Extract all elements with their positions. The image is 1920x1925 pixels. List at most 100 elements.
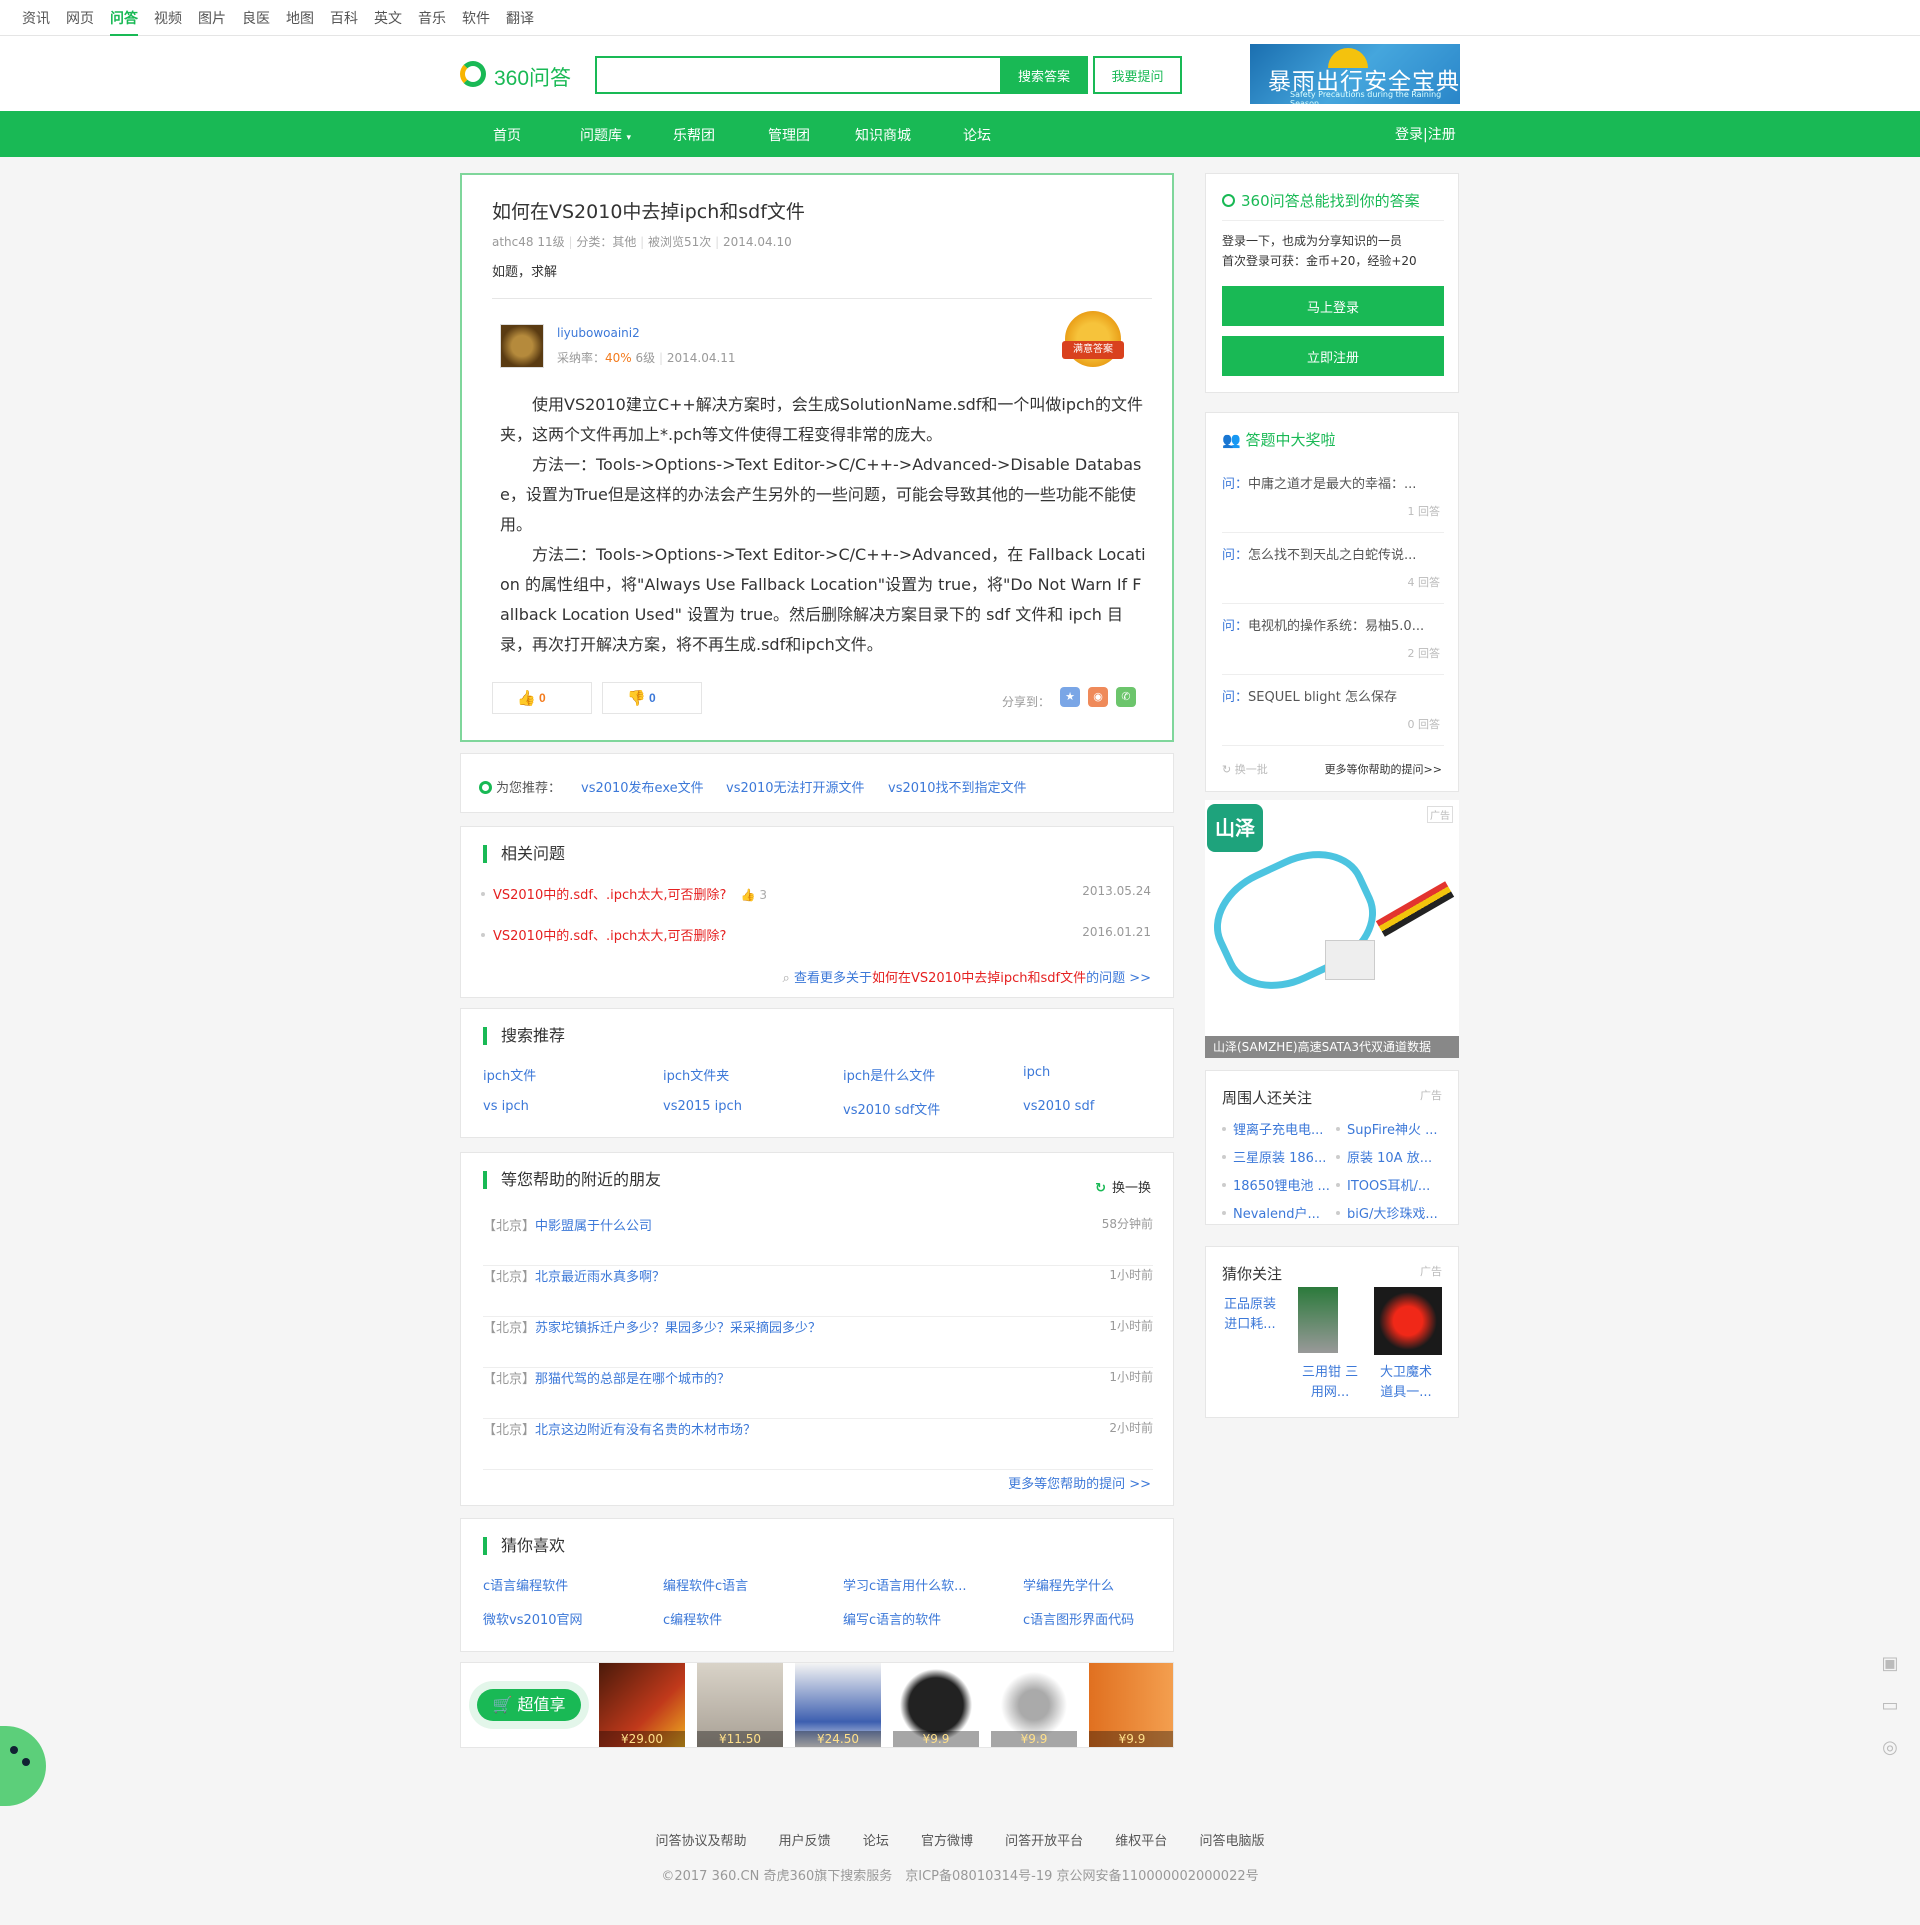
search-rec-link[interactable]: ipch文件 bbox=[483, 1065, 536, 1084]
guess-link[interactable]: 编程软件c语言 bbox=[663, 1575, 748, 1594]
topnav-news[interactable]: 资讯 bbox=[22, 8, 50, 28]
guess-link[interactable]: c语言编程软件 bbox=[483, 1575, 568, 1594]
guess-link[interactable]: 学习c语言用什么软... bbox=[843, 1575, 967, 1594]
topnav-image[interactable]: 图片 bbox=[198, 8, 226, 28]
header-banner-ad[interactable]: 暴雨出行安全宝典 Safety Precautions during the R… bbox=[1250, 44, 1460, 104]
guesscare-item[interactable]: 大卫魔术 道具一... bbox=[1380, 1363, 1432, 1403]
login-register-link[interactable]: 登录|注册 bbox=[1395, 124, 1456, 144]
logo[interactable]: 360问答 bbox=[460, 58, 580, 90]
magic-props-image[interactable] bbox=[1374, 1287, 1442, 1355]
table-row[interactable]: 【北京】中影盟属于什么公司 58分钟前 bbox=[483, 1215, 1153, 1266]
nav-question-library[interactable]: 问题库 ▾ bbox=[580, 125, 631, 145]
search-rec-link[interactable]: vs2010 sdf bbox=[1023, 1099, 1094, 1114]
topnav-web[interactable]: 网页 bbox=[66, 8, 94, 28]
row-question[interactable]: 北京最近雨水真多啊？ bbox=[535, 1270, 665, 1285]
around-link[interactable]: ITOOS耳机/... bbox=[1336, 1175, 1430, 1194]
weibo-icon[interactable]: ◎ bbox=[1876, 1734, 1904, 1762]
pliers-image[interactable] bbox=[1298, 1287, 1338, 1353]
topnav-music[interactable]: 音乐 bbox=[418, 8, 446, 28]
more-help-link[interactable]: 更多等你帮助的提问>> bbox=[1325, 761, 1442, 777]
around-link[interactable]: 18650锂电池 ... bbox=[1222, 1175, 1330, 1194]
answerer-name[interactable]: liyubowoaini2 bbox=[557, 326, 640, 340]
upvote-button[interactable]: 👍 0 bbox=[492, 682, 592, 714]
list-item[interactable]: 问：怎么找不到天乩之白蛇传说... 4 回答 bbox=[1222, 534, 1444, 604]
recommend-link[interactable]: vs2010无法打开源文件 bbox=[726, 777, 865, 796]
topnav-english[interactable]: 英文 bbox=[374, 8, 402, 28]
around-link[interactable]: 三星原装 186... bbox=[1222, 1147, 1326, 1166]
footer-link[interactable]: 问答协议及帮助 bbox=[656, 1834, 747, 1849]
comment-icon[interactable]: ▭ bbox=[1876, 1692, 1904, 1720]
list-item[interactable]: 问：中庸之道才是最大的幸福：... 1 回答 bbox=[1222, 463, 1444, 533]
more-related-link[interactable]: ⌕ 查看更多关于如何在VS2010中去掉ipch和sdf文件的问题 >> bbox=[783, 967, 1151, 986]
topnav-doctor[interactable]: 良医 bbox=[242, 8, 270, 28]
reward-question[interactable]: 电视机的操作系统：易柚5.0... bbox=[1248, 619, 1424, 634]
product-card[interactable]: ¥11.50 bbox=[697, 1663, 783, 1747]
guesscare-item[interactable]: 正品原装 进口耗... bbox=[1224, 1295, 1276, 1335]
product-card[interactable]: ¥29.00 bbox=[599, 1663, 685, 1747]
product-ad[interactable]: 山泽 广告 山泽(SAMZHE)高速SATA3代双通道数据 bbox=[1205, 800, 1459, 1058]
nav-home[interactable]: 首页 bbox=[493, 125, 521, 145]
footer-link[interactable]: 官方微博 bbox=[921, 1834, 973, 1849]
topnav-map[interactable]: 地图 bbox=[286, 8, 314, 28]
feedback-icon[interactable]: ▣ bbox=[1876, 1650, 1904, 1678]
refresh-button[interactable]: ↻ 换一换 bbox=[1095, 1177, 1151, 1196]
reward-question[interactable]: 中庸之道才是最大的幸福：... bbox=[1248, 477, 1416, 492]
related-link[interactable]: VS2010中的.sdf、.ipch太大,可否删除? bbox=[493, 888, 726, 903]
reward-question[interactable]: 怎么找不到天乩之白蛇传说... bbox=[1248, 548, 1416, 563]
recommend-link[interactable]: vs2010发布exe文件 bbox=[581, 777, 704, 796]
search-rec-link[interactable]: ipch文件夹 bbox=[663, 1065, 729, 1084]
search-rec-link[interactable]: vs2010 sdf文件 bbox=[843, 1099, 940, 1118]
guess-link[interactable]: c语言图形界面代码 bbox=[1023, 1609, 1134, 1628]
topnav-baike[interactable]: 百科 bbox=[330, 8, 358, 28]
nav-forum[interactable]: 论坛 bbox=[963, 125, 991, 145]
search-rec-link[interactable]: vs2015 ipch bbox=[663, 1099, 742, 1114]
guesscare-item[interactable]: 三用钳 三用网... bbox=[1302, 1363, 1358, 1403]
product-card[interactable]: ¥24.50 bbox=[795, 1663, 881, 1747]
guess-link[interactable]: 学编程先学什么 bbox=[1023, 1575, 1114, 1594]
login-button[interactable]: 马上登录 bbox=[1222, 286, 1444, 326]
product-card[interactable]: ¥9.9 bbox=[991, 1663, 1077, 1747]
nav-admin-group[interactable]: 管理团 bbox=[768, 125, 810, 145]
recommend-link[interactable]: vs2010找不到指定文件 bbox=[888, 777, 1027, 796]
search-rec-link[interactable]: ipch是什么文件 bbox=[843, 1065, 935, 1084]
mascot-icon[interactable] bbox=[0, 1726, 46, 1806]
more-nearby-link[interactable]: 更多等您帮助的提问 >> bbox=[1008, 1473, 1151, 1492]
row-question[interactable]: 北京这边附近有没有名贵的木材市场？ bbox=[535, 1423, 756, 1438]
topnav-software[interactable]: 软件 bbox=[462, 8, 490, 28]
table-row[interactable]: 【北京】苏家坨镇拆迁户多少？果园多少？采采摘园多少？ 1小时前 bbox=[483, 1317, 1153, 1368]
footer-link[interactable]: 论坛 bbox=[863, 1834, 889, 1849]
nav-knowledge-mall[interactable]: 知识商城 bbox=[855, 125, 911, 145]
search-rec-link[interactable]: vs ipch bbox=[483, 1099, 529, 1114]
list-item[interactable]: 问：SEQUEL blight 怎么保存 0 回答 bbox=[1222, 676, 1444, 746]
topnav-video[interactable]: 视频 bbox=[154, 8, 182, 28]
product-card[interactable]: ¥9.9 bbox=[893, 1663, 979, 1747]
search-input[interactable] bbox=[595, 56, 1000, 94]
list-item[interactable]: VS2010中的.sdf、.ipch太大,可否删除? 2016.01.21 bbox=[481, 925, 1151, 944]
change-batch-button[interactable]: ↻ 换一批 bbox=[1222, 761, 1268, 777]
footer-link[interactable]: 问答开放平台 bbox=[1005, 1834, 1083, 1849]
shop-button[interactable]: 🛒 超值享 bbox=[477, 1689, 581, 1721]
guess-link[interactable]: c编程软件 bbox=[663, 1609, 722, 1628]
guess-link[interactable]: 微软vs2010官网 bbox=[483, 1609, 583, 1628]
share-weibo-icon[interactable]: ◉ bbox=[1088, 687, 1108, 707]
around-link[interactable]: Nevalend户... bbox=[1222, 1203, 1320, 1222]
share-360-icon[interactable]: ★ bbox=[1060, 687, 1080, 707]
row-question[interactable]: 中影盟属于什么公司 bbox=[535, 1219, 652, 1234]
asker-name[interactable]: athc48 bbox=[492, 235, 534, 249]
row-question[interactable]: 苏家坨镇拆迁户多少？果园多少？采采摘园多少？ bbox=[535, 1321, 821, 1336]
list-item[interactable]: 问：电视机的操作系统：易柚5.0... 2 回答 bbox=[1222, 605, 1444, 675]
nav-help-group[interactable]: 乐帮团 bbox=[673, 125, 715, 145]
table-row[interactable]: 【北京】那猫代驾的总部是在哪个城市的？ 1小时前 bbox=[483, 1368, 1153, 1419]
list-item[interactable]: VS2010中的.sdf、.ipch太大,可否删除? 👍 3 2013.05.2… bbox=[481, 884, 1151, 903]
around-link[interactable]: 原装 10A 放... bbox=[1336, 1147, 1432, 1166]
avatar[interactable] bbox=[500, 324, 544, 368]
downvote-button[interactable]: 👎 0 bbox=[602, 682, 702, 714]
topnav-translate[interactable]: 翻译 bbox=[506, 8, 534, 28]
footer-link[interactable]: 用户反馈 bbox=[779, 1834, 831, 1849]
footer-link[interactable]: 维权平台 bbox=[1115, 1834, 1167, 1849]
share-wechat-icon[interactable]: ✆ bbox=[1116, 687, 1136, 707]
around-link[interactable]: biG/大珍珠戏... bbox=[1336, 1203, 1438, 1222]
topnav-qa[interactable]: 问答 bbox=[110, 8, 138, 36]
search-rec-link[interactable]: ipch bbox=[1023, 1065, 1050, 1080]
register-button[interactable]: 立即注册 bbox=[1222, 336, 1444, 376]
